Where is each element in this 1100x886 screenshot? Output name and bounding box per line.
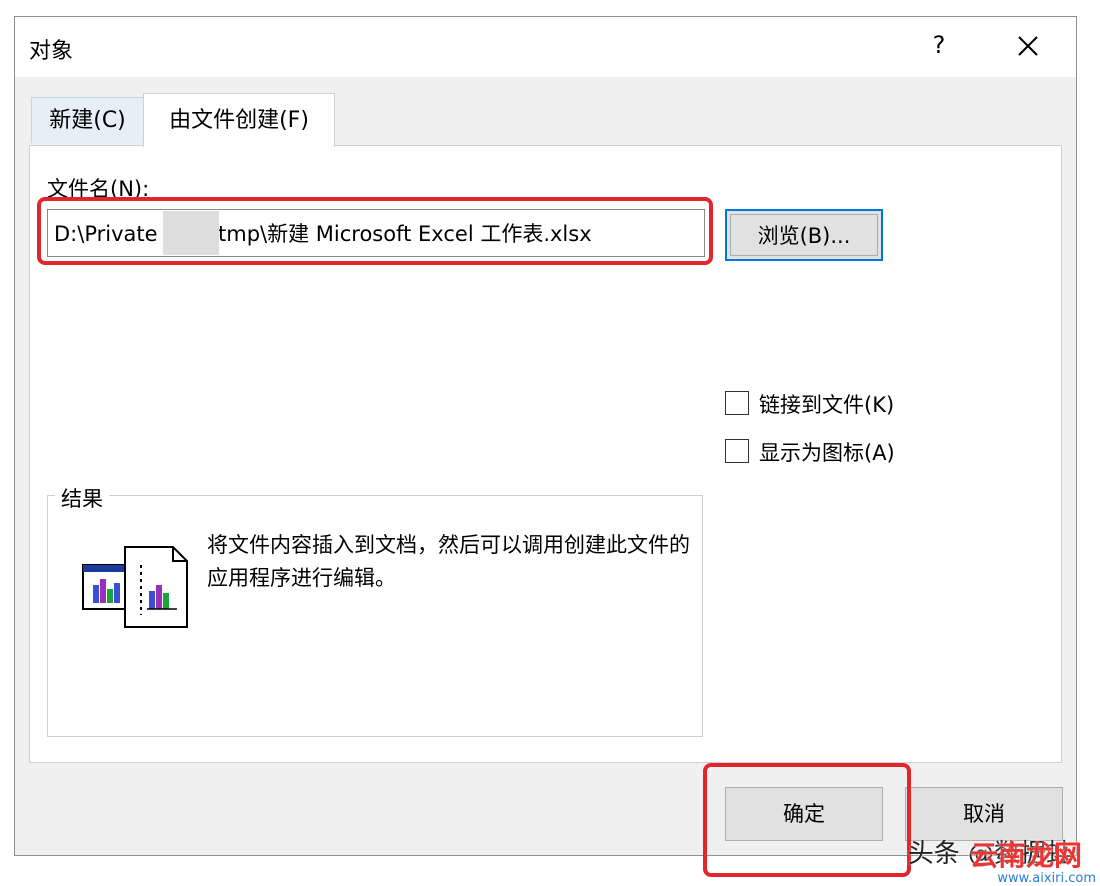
close-button[interactable] — [1011, 29, 1045, 63]
browse-button-label: 浏览(B)... — [730, 214, 878, 256]
result-description: 将文件内容插入到文档，然后可以调用创建此文件的应用程序进行编辑。 — [207, 533, 690, 590]
highlight-box-filename — [37, 197, 713, 265]
dialog-title: 对象 — [29, 39, 74, 64]
display-as-icon-label: 显示为图标(A) — [759, 441, 895, 465]
site-watermark-name: 云南龙网 — [969, 839, 1082, 872]
title-bar: 对象 ? — [15, 17, 1076, 77]
browse-button[interactable]: 浏览(B)... — [725, 209, 883, 261]
result-title: 结果 — [55, 483, 109, 513]
site-watermark: 云南龙网 www.aixiri.com — [952, 826, 1100, 886]
link-to-file-label: 链接到文件(K) — [759, 393, 895, 417]
close-icon — [1018, 36, 1038, 56]
tab-create-from-file[interactable]: 由文件创建(F) — [143, 93, 335, 147]
object-dialog: 对象 ? 新建(C) 由文件创建(F) 文件名(N): 浏览(B)... 链接到… — [14, 16, 1077, 877]
link-to-file-checkbox[interactable] — [725, 391, 749, 415]
highlight-box-ok — [703, 763, 911, 877]
help-button[interactable]: ? — [927, 31, 951, 59]
display-as-icon-checkbox[interactable] — [725, 439, 749, 463]
tab-create-new[interactable]: 新建(C) — [31, 97, 144, 143]
embed-object-icon — [82, 546, 188, 628]
